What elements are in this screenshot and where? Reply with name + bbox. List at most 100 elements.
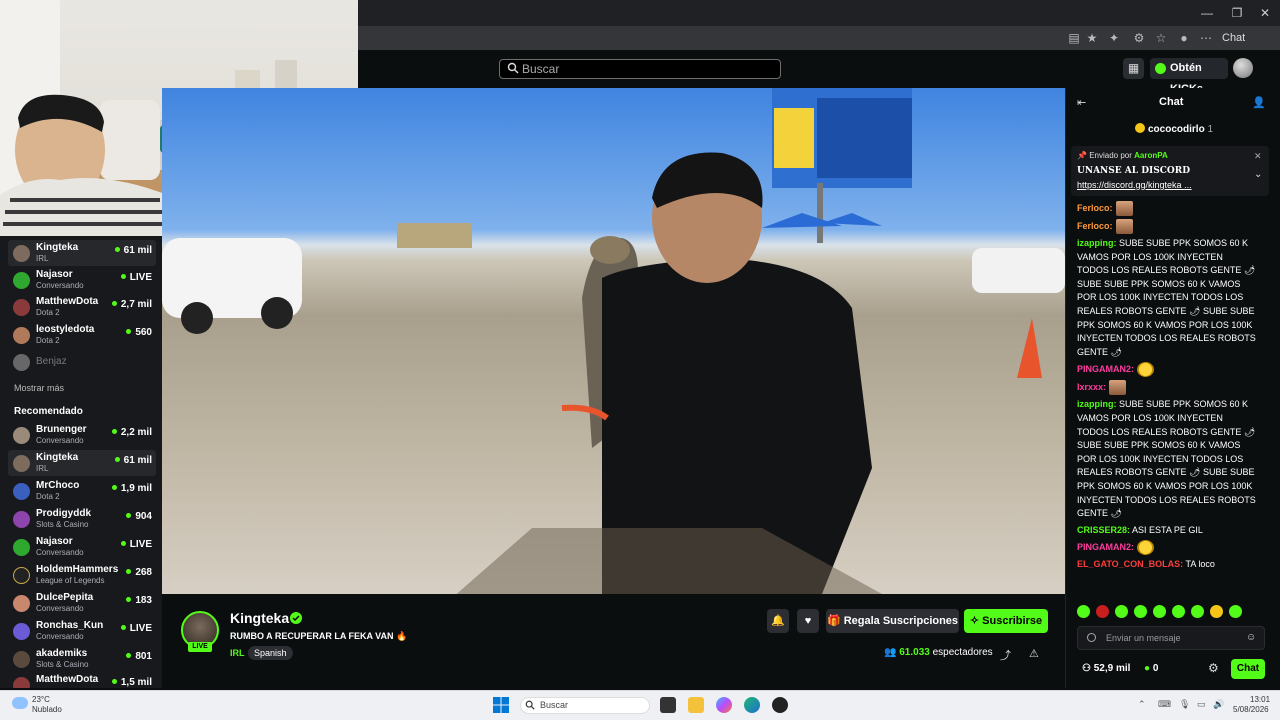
windows-start-icon[interactable] <box>493 697 509 713</box>
puzzle-icon[interactable]: ⚙ <box>1130 29 1148 47</box>
reader-icon[interactable]: ▤ <box>1065 29 1083 47</box>
points-icon: ⚇ <box>1082 663 1094 674</box>
subscribe-button[interactable]: ✧ Suscribirse <box>964 609 1048 633</box>
chat-username[interactable]: izapping: <box>1077 238 1117 248</box>
chat-users-icon[interactable]: 👤 <box>1252 96 1266 109</box>
sidebar-channel-ronchas-kun[interactable]: Ronchas_Kun Conversando LIVE <box>8 618 156 644</box>
restore-icon[interactable]: ❐ <box>1226 4 1248 22</box>
chat-username[interactable]: PINGAMAN2: <box>1077 542 1134 552</box>
channel-category: Dota 2 <box>36 336 60 345</box>
chat-username[interactable]: Ferloco: <box>1077 203 1113 213</box>
emote-icon[interactable] <box>1210 605 1223 618</box>
minimize-icon[interactable]: — <box>1196 4 1218 22</box>
top-gifter[interactable]: cococodirlo 1 <box>1135 123 1213 135</box>
chat-message: CRISSER28: ASI ESTA PE GIL <box>1077 524 1257 538</box>
emote-icon[interactable] <box>1096 605 1109 618</box>
language-tag[interactable]: Spanish <box>248 646 293 660</box>
weather-temperature[interactable]: 23°C <box>32 695 50 704</box>
collapse-chat-icon[interactable]: ⇤ <box>1077 96 1086 109</box>
viewer-count: 61 mil <box>115 245 152 256</box>
sidebar-channel-brunenger[interactable]: Brunenger Conversando 2,2 mil <box>8 422 156 448</box>
send-chat-button[interactable]: Chat <box>1231 659 1265 679</box>
video-player[interactable] <box>162 88 1065 594</box>
user-avatar[interactable] <box>1233 58 1253 78</box>
more-icon[interactable]: ⋯ <box>1197 29 1215 47</box>
close-icon[interactable]: ✕ <box>1254 4 1276 22</box>
chat-message: lxrxxx: <box>1077 380 1257 396</box>
file-explorer-icon[interactable] <box>688 697 704 713</box>
emote-icon[interactable] <box>1134 605 1147 618</box>
emoji-icon[interactable]: ☺ <box>1246 632 1256 643</box>
sidebar-channel-holdemhammers[interactable]: HoldemHammers League of Legends 268 <box>8 562 156 588</box>
clock-time[interactable]: 13:01 <box>1250 695 1270 704</box>
chat-input[interactable]: Enviar un mensaje <box>1077 626 1265 650</box>
copilot-icon[interactable] <box>716 697 732 713</box>
sidebar-channel-matthewdota[interactable]: MatthewDota Dota 2 2,7 mil <box>8 294 156 320</box>
sidebar-channel-mrchoco[interactable]: MrChoco Dota 2 1,9 mil <box>8 478 156 504</box>
network-icon[interactable]: ▭ <box>1197 699 1206 710</box>
gift-subscriptions-button[interactable]: 🎁 Regala Suscripciones <box>826 609 959 633</box>
sidebar-channel-kingteka[interactable]: Kingteka IRL 61 mil <box>8 240 156 266</box>
emote-icon[interactable] <box>1153 605 1166 618</box>
volume-icon[interactable]: 🔊 <box>1213 699 1224 710</box>
emote-icon[interactable] <box>1229 605 1242 618</box>
chat-username[interactable]: CRISSER28: <box>1077 525 1130 535</box>
library-icon[interactable]: ▦ <box>1123 58 1144 79</box>
microphone-icon[interactable]: 🎙 <box>1179 699 1190 710</box>
browser-chat-button[interactable]: Chat <box>1222 29 1245 47</box>
live-badge: LIVE <box>188 642 212 652</box>
sidebar-channel-najasor[interactable]: Najasor Conversando LIVE <box>8 534 156 560</box>
sidebar-channel-akademiks[interactable]: akademiks Slots & Casino 801 <box>8 646 156 672</box>
chevron-down-icon[interactable]: ⌄ <box>1254 169 1262 180</box>
chevron-up-icon[interactable]: ⌃ <box>1138 699 1146 710</box>
weather-condition[interactable]: Nublado <box>32 705 62 714</box>
emote-icon[interactable] <box>1191 605 1204 618</box>
category-link[interactable]: IRL <box>230 648 245 658</box>
emote-icon[interactable] <box>1077 605 1090 618</box>
unpin-icon[interactable]: ✕ <box>1254 151 1262 162</box>
chat-username[interactable]: izapping: <box>1077 399 1117 409</box>
sidebar-channel-benjaz[interactable]: Benjaz <box>8 349 156 375</box>
sidebar-channel-leostyledota[interactable]: leostyledota Dota 2 560 <box>8 322 156 348</box>
heart-icon[interactable]: ♥ <box>797 609 819 633</box>
channel-points[interactable]: ⚇ 52,9 mil <box>1082 663 1130 674</box>
chat-username[interactable]: PINGAMAN2: <box>1077 364 1134 374</box>
channel-name[interactable]: Kingteka <box>230 610 289 626</box>
kicks-balance[interactable]: ● 0 <box>1144 663 1158 674</box>
sidebar-channel-najasor[interactable]: Najasor Conversando LIVE <box>8 267 156 293</box>
chat-username[interactable]: lxrxxx: <box>1077 382 1106 392</box>
pinned-url[interactable]: https://discord.gg/kingteka <box>1077 180 1182 190</box>
profile-icon[interactable]: ● <box>1175 29 1193 47</box>
extension-icon[interactable]: ✦ <box>1105 29 1123 47</box>
bell-icon[interactable]: 🔔 <box>767 609 789 633</box>
emote-icon[interactable] <box>1172 605 1185 618</box>
sidebar-channel-dulcepepita[interactable]: DulcePepita Conversando 183 <box>8 590 156 616</box>
chat-message: izapping: SUBE SUBE PPK SOMOS 60 K VAMOS… <box>1077 398 1257 520</box>
viewer-count: 2,2 mil <box>112 427 152 438</box>
channel-avatar <box>13 272 30 289</box>
app-icon[interactable] <box>772 697 788 713</box>
channel-category: IRL <box>36 464 49 473</box>
search-input[interactable]: Buscar <box>499 59 781 79</box>
share-icon[interactable]: ⤴ <box>1000 647 1012 662</box>
favorites-icon[interactable]: ☆ <box>1152 29 1170 47</box>
keyboard-icon[interactable]: ⌨ <box>1158 699 1171 710</box>
report-icon[interactable]: ⚠ <box>1029 647 1041 660</box>
star-icon[interactable]: ★ <box>1083 29 1101 47</box>
cloud-icon[interactable] <box>12 697 28 709</box>
pinned-link[interactable]: https://discord.gg/kingteka ... <box>1077 180 1192 190</box>
sidebar-channel-matthewdota[interactable]: MatthewDota 1,5 mil <box>8 672 156 688</box>
clock-date[interactable]: 5/08/2026 <box>1233 705 1269 714</box>
taskbar-search[interactable]: Buscar <box>520 697 650 714</box>
emote-icon[interactable] <box>1115 605 1128 618</box>
channel-avatar <box>13 623 30 640</box>
chat-username[interactable]: Ferloco: <box>1077 221 1113 231</box>
gear-icon[interactable]: ⚙ <box>1208 661 1219 675</box>
chat-username[interactable]: EL_GATO_CON_BOLAS: <box>1077 559 1183 569</box>
show-more-link[interactable]: Mostrar más <box>14 383 64 393</box>
channel-avatar <box>13 511 30 528</box>
sidebar-channel-prodigyddk[interactable]: Prodigyddk Slots & Casino 904 <box>8 506 156 532</box>
edge-icon[interactable] <box>744 697 760 713</box>
task-view-icon[interactable] <box>660 697 676 713</box>
sidebar-channel-kingteka[interactable]: Kingteka IRL 61 mil <box>8 450 156 476</box>
